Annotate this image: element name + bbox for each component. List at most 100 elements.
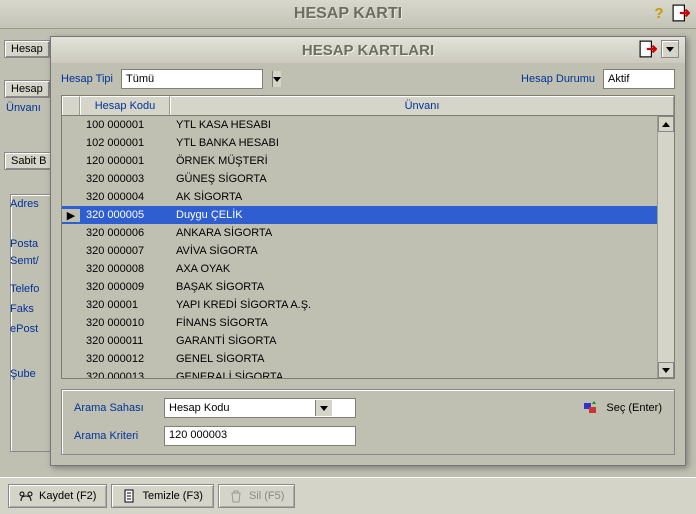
delete-button-label: Sil (F5) — [249, 490, 284, 502]
cell-code: 320 000009 — [80, 281, 170, 293]
bottom-toolbar: Kaydet (F2) Temizle (F3) Sil (F5) — [0, 477, 696, 514]
account-status-combo[interactable] — [603, 69, 675, 89]
dialog-exit-icon[interactable] — [639, 40, 657, 58]
bg-label-unvani: Ünvanı — [6, 102, 41, 114]
accounts-grid: Hesap Kodu Ünvanı 100 000001YTL KASA HES… — [61, 95, 675, 379]
account-list-dialog: HESAP KARTLARI Hesap Tipi Hesap Durumu H… — [50, 36, 686, 466]
table-row[interactable]: 320 000012GENEL SİGORTA — [62, 350, 657, 368]
main-window-title: HESAP KARTI — [294, 5, 402, 23]
table-row[interactable]: 320 000004AK SİGORTA — [62, 188, 657, 206]
bg-label-adres: Adres — [10, 198, 39, 210]
account-status-label: Hesap Durumu — [521, 73, 595, 85]
scroll-down-icon[interactable] — [658, 362, 674, 378]
cell-code: 320 000006 — [80, 227, 170, 239]
clear-button[interactable]: Temizle (F3) — [111, 484, 214, 508]
search-criteria-input[interactable] — [165, 427, 355, 443]
table-row[interactable]: 320 000013GENERALİ SİGORTA — [62, 368, 657, 378]
scroll-up-icon[interactable] — [658, 116, 674, 132]
table-row[interactable]: 320 000011GARANTİ SİGORTA — [62, 332, 657, 350]
cell-code: 102 000001 — [80, 137, 170, 149]
table-row[interactable]: 102 000001YTL BANKA HESABI — [62, 134, 657, 152]
select-button-label: Seç (Enter) — [606, 402, 662, 414]
select-button[interactable]: Seç (Enter) — [584, 401, 662, 415]
exit-icon[interactable] — [672, 4, 690, 22]
grid-rows: 100 000001YTL KASA HESABI102 000001YTL B… — [62, 116, 657, 378]
table-row[interactable]: 320 000003GÜNEŞ SİGORTA — [62, 170, 657, 188]
clear-icon — [122, 489, 136, 503]
bg-label-sube: Şube — [10, 368, 36, 380]
bg-tab-sabit[interactable]: Sabit B — [4, 152, 53, 170]
table-row[interactable]: 320 000009BAŞAK SİGORTA — [62, 278, 657, 296]
delete-button: Sil (F5) — [218, 484, 295, 508]
cell-name: YTL KASA HESABI — [170, 119, 657, 131]
bg-tab-1[interactable]: Hesap — [4, 40, 50, 58]
help-icon[interactable]: ? — [650, 4, 668, 22]
cell-name: ANKARA SİGORTA — [170, 227, 657, 239]
account-status-input[interactable] — [604, 71, 696, 87]
main-window-titlebar: HESAP KARTI ? — [0, 0, 696, 29]
cell-name: ÖRNEK MÜŞTERİ — [170, 155, 657, 167]
cell-code: 320 000007 — [80, 245, 170, 257]
cell-name: GÜNEŞ SİGORTA — [170, 173, 657, 185]
cell-code: 320 000011 — [80, 335, 170, 347]
cell-name: AVİVA SİGORTA — [170, 245, 657, 257]
vertical-scrollbar[interactable] — [657, 116, 674, 378]
search-criteria-label: Arama Kriteri — [74, 430, 164, 442]
grid-header-code[interactable]: Hesap Kodu — [80, 96, 170, 115]
table-row[interactable]: 320 00001YAPI KREDİ SİGORTA A.Ş. — [62, 296, 657, 314]
cell-code: 320 000010 — [80, 317, 170, 329]
clear-button-label: Temizle (F3) — [142, 490, 203, 502]
cell-name: Duygu ÇELİK — [170, 209, 657, 221]
cell-name: GARANTİ SİGORTA — [170, 335, 657, 347]
bg-tab-2[interactable]: Hesap — [4, 80, 50, 98]
cell-code: 320 000008 — [80, 263, 170, 275]
bg-label-faks: Faks — [10, 303, 34, 315]
chevron-down-icon[interactable] — [315, 400, 332, 416]
cell-code: 120 000001 — [80, 155, 170, 167]
cell-name: AK SİGORTA — [170, 191, 657, 203]
cell-name: AXA OYAK — [170, 263, 657, 275]
cell-code: 320 000005 — [80, 209, 170, 221]
cell-code: 320 000004 — [80, 191, 170, 203]
cell-name: GENEL SİGORTA — [170, 353, 657, 365]
account-type-label: Hesap Tipi — [61, 73, 113, 85]
search-criteria-field[interactable] — [164, 426, 356, 446]
dialog-titlebar: HESAP KARTLARI — [51, 37, 685, 63]
table-row[interactable]: 320 000006ANKARA SİGORTA — [62, 224, 657, 242]
dialog-title: HESAP KARTLARI — [302, 42, 434, 59]
cell-code: 320 000013 — [80, 371, 170, 378]
cell-code: 320 000003 — [80, 173, 170, 185]
account-type-input[interactable] — [122, 71, 272, 87]
table-row[interactable]: 320 000008AXA OYAK — [62, 260, 657, 278]
table-row[interactable]: 320 000010FİNANS SİGORTA — [62, 314, 657, 332]
cell-code: 320 00001 — [80, 299, 170, 311]
grid-header-marker — [62, 96, 80, 115]
select-icon — [584, 401, 600, 415]
cell-name: YAPI KREDİ SİGORTA A.Ş. — [170, 299, 657, 311]
search-field-label: Arama Sahası — [74, 402, 164, 414]
table-row[interactable]: 100 000001YTL KASA HESABI — [62, 116, 657, 134]
dialog-dropdown-icon[interactable] — [661, 40, 679, 58]
trash-icon — [229, 489, 243, 503]
table-row[interactable]: 120 000001ÖRNEK MÜŞTERİ — [62, 152, 657, 170]
table-row[interactable]: ▶320 000005Duygu ÇELİK — [62, 206, 657, 224]
row-marker-icon: ▶ — [62, 209, 80, 222]
bg-label-posta: Posta — [10, 238, 38, 250]
cell-name: GENERALİ SİGORTA — [170, 371, 657, 378]
save-icon — [19, 489, 33, 503]
search-panel: Arama Sahası Seç (Enter) Arama Kriteri — [61, 389, 675, 455]
cell-name: FİNANS SİGORTA — [170, 317, 657, 329]
grid-header-name[interactable]: Ünvanı — [170, 96, 674, 115]
search-field-input[interactable] — [165, 400, 315, 416]
chevron-down-icon[interactable] — [272, 71, 281, 87]
bg-label-telefon: Telefo — [10, 283, 39, 295]
search-field-combo[interactable] — [164, 398, 356, 418]
save-button[interactable]: Kaydet (F2) — [8, 484, 107, 508]
cell-code: 320 000012 — [80, 353, 170, 365]
account-type-combo[interactable] — [121, 69, 263, 89]
bg-label-semt: Semt/ — [10, 255, 39, 267]
cell-name: YTL BANKA HESABI — [170, 137, 657, 149]
table-row[interactable]: 320 000007AVİVA SİGORTA — [62, 242, 657, 260]
bg-label-eposta: ePost — [10, 323, 38, 335]
grid-header: Hesap Kodu Ünvanı — [62, 96, 674, 116]
